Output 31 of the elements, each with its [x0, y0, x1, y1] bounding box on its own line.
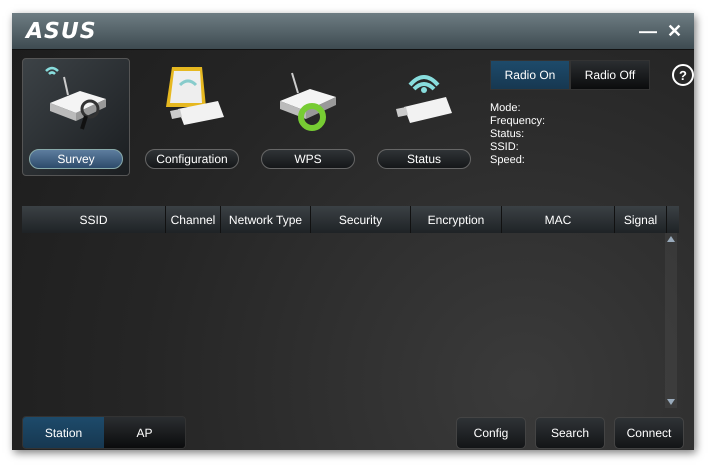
- action-button[interactable]: Search: [535, 416, 605, 448]
- info-label: Mode:: [490, 102, 522, 115]
- scrollbar[interactable]: [665, 233, 677, 408]
- column-header[interactable]: MAC: [502, 206, 615, 233]
- action-button[interactable]: Connect: [614, 416, 684, 448]
- mode-tab[interactable]: Station: [23, 417, 104, 448]
- brand-logo: ASUS: [26, 18, 97, 44]
- radio-toggle-button[interactable]: Radio On: [490, 60, 570, 90]
- scroll-down-icon[interactable]: [667, 399, 675, 405]
- column-header[interactable]: Encryption: [411, 206, 502, 233]
- info-label: Speed:: [490, 154, 526, 167]
- column-header[interactable]: Security: [311, 206, 411, 233]
- help-button[interactable]: ?: [672, 64, 694, 86]
- column-header[interactable]: Channel: [166, 206, 221, 233]
- info-label: Frequency:: [490, 115, 546, 128]
- action-button[interactable]: Config: [456, 416, 526, 448]
- info-label: SSID:: [490, 141, 520, 154]
- close-button[interactable]: ✕: [667, 22, 682, 40]
- mode-tab[interactable]: AP: [104, 417, 185, 448]
- minimize-button[interactable]: —: [639, 22, 657, 40]
- scroll-up-icon[interactable]: [667, 236, 675, 242]
- radio-toggle-button[interactable]: Radio Off: [570, 60, 650, 90]
- column-header[interactable]: Network Type: [221, 206, 311, 233]
- column-header[interactable]: SSID: [22, 206, 166, 233]
- tool-tile[interactable]: Status: [370, 58, 478, 176]
- tool-tile[interactable]: Survey: [22, 58, 130, 176]
- tool-tile[interactable]: Configuration: [138, 58, 246, 176]
- column-header[interactable]: Signal: [615, 206, 667, 233]
- tool-tile[interactable]: WPS: [254, 58, 362, 176]
- header-end: [667, 206, 679, 233]
- info-label: Status:: [490, 128, 526, 141]
